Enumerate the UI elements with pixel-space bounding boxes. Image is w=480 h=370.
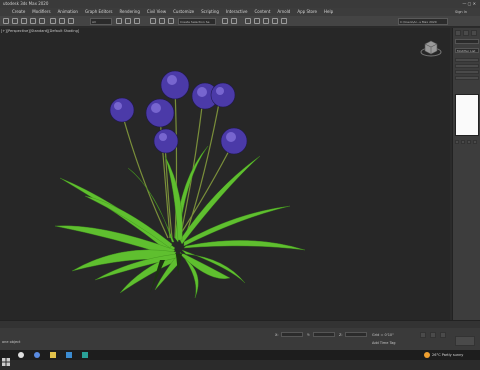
menu-modifiers[interactable]: Modifiers [32,8,50,16]
z-coordinate-field[interactable] [345,332,367,337]
menu-civil-view[interactable]: Civil View [147,8,166,16]
weather-text[interactable]: 26°C Partly sunny [432,353,463,357]
select-object-icon[interactable] [50,18,56,24]
file-explorer-icon[interactable] [50,352,56,358]
modifier-button-4[interactable] [455,76,479,80]
modify-tab-icon[interactable] [463,30,469,36]
3dsmax-taskbar-icon[interactable] [82,352,88,358]
menu-app-store[interactable]: App Store [297,8,317,16]
select-region-icon[interactable] [68,18,74,24]
selection-status: one object [2,340,21,344]
next-frame-icon[interactable] [430,332,436,338]
undo-icon[interactable] [3,18,9,24]
window-title: utodesk 3ds Max 2020 [3,1,49,6]
plant-leaves [54,145,306,299]
command-panel: Modifier List [452,28,480,328]
modifier-button-1[interactable] [455,58,479,62]
create-tab-icon[interactable] [455,30,461,36]
add-time-tag[interactable]: Add Time Tag [372,341,396,345]
menu-animation[interactable]: Animation [58,8,78,16]
make-unique-icon[interactable] [467,140,471,144]
y-label: Y: [307,333,310,337]
workspace-dropdown[interactable]: C:\Users\Ar...s Max 2020 [398,18,448,25]
x-coordinate-field[interactable] [281,332,303,337]
render-setup-icon[interactable] [263,18,269,24]
menu-interactive[interactable]: Interactive [226,8,248,16]
link-icon[interactable] [21,18,27,24]
status-bar: one object X: Y: Z: Grid = 0'10" Add Tim… [0,328,480,350]
hierarchy-tab-icon[interactable] [471,30,477,36]
remove-modifier-icon[interactable] [473,140,477,144]
select-scale-icon[interactable] [134,18,140,24]
render-icon[interactable] [281,18,287,24]
menu-rendering[interactable]: Rendering [119,8,139,16]
bind-icon[interactable] [39,18,45,24]
menu-content[interactable]: Content [254,8,270,16]
menu-customize[interactable]: Customize [173,8,194,16]
search-icon[interactable] [18,352,24,358]
select-by-name-icon[interactable] [59,18,65,24]
snaps-toggle-icon[interactable] [150,18,156,24]
unlink-icon[interactable] [30,18,36,24]
weather-icon [424,352,430,358]
auto-key-button[interactable] [455,336,475,346]
y-coordinate-field[interactable] [313,332,335,337]
start-icon[interactable] [2,351,10,366]
grid-size: Grid = 0'10" [372,333,394,337]
modifier-list-dropdown[interactable]: Modifier List [455,48,479,53]
perspective-viewport[interactable]: [+][Perspective][Standard][Default Shadi… [0,28,450,320]
pin-stack-icon[interactable] [455,140,459,144]
menu-graph-editors[interactable]: Graph Editors [85,8,112,16]
mirror-icon[interactable] [222,18,228,24]
menu-arnold[interactable]: Arnold [277,8,290,16]
last-frame-icon[interactable] [440,332,446,338]
curve-editor-icon[interactable] [245,18,251,24]
align-icon[interactable] [231,18,237,24]
plant-render [54,70,306,299]
modifier-stack[interactable] [455,94,479,136]
menu-help[interactable]: Help [324,8,333,16]
z-label: Z: [339,333,343,337]
object-name-field[interactable] [455,39,479,44]
x-label: X: [275,333,279,337]
main-toolbar: All Create Selection Se C:\Users\Ar...s … [0,16,480,27]
menu-bar: Create Modifiers Animation Graph Editors Ren… [0,8,480,16]
window-controls[interactable]: — ▢ ✕ [462,0,476,8]
named-selection-set[interactable]: Create Selection Se [178,18,216,25]
percent-snap-icon[interactable] [168,18,174,24]
menu-create[interactable]: Create [12,8,25,16]
select-rotate-icon[interactable] [125,18,131,24]
sign-in[interactable]: Sign In [455,8,467,16]
selection-filter-dropdown[interactable]: All [90,18,112,25]
render-frame-icon[interactable] [272,18,278,24]
title-bar: utodesk 3ds Max 2020 — ▢ ✕ [0,0,480,8]
angle-snap-icon[interactable] [159,18,165,24]
viewcube-icon[interactable] [420,38,442,58]
taskbar: 26°C Partly sunny [0,350,480,366]
play-icon[interactable] [420,332,426,338]
redo-icon[interactable] [12,18,18,24]
browser-icon[interactable] [34,352,40,358]
material-editor-icon[interactable] [254,18,260,24]
store-icon[interactable] [66,352,72,358]
show-end-result-icon[interactable] [461,140,465,144]
timeline[interactable] [0,320,480,335]
modifier-button-3[interactable] [455,70,479,74]
modifier-button-2[interactable] [455,64,479,68]
menu-scripting[interactable]: Scripting [201,8,219,16]
select-move-icon[interactable] [116,18,122,24]
